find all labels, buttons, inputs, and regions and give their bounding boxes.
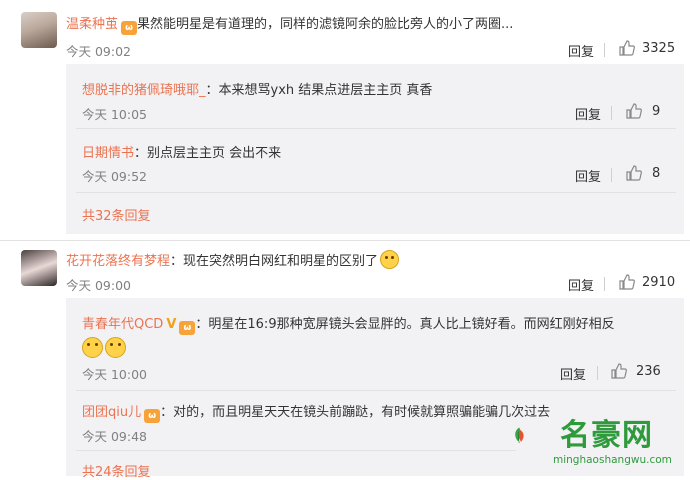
reply-body: ：对的，而且明星天天在镜头前蹦跶，有时候就算照骗能骗几次过去 — [160, 405, 551, 420]
like-count: 8 — [652, 166, 661, 181]
reply-time: 今天 09:52 — [82, 169, 147, 184]
thumbs-up-icon[interactable] — [619, 274, 635, 290]
reply-button[interactable]: 回复 — [560, 364, 586, 383]
thumbs-up-icon[interactable] — [626, 165, 642, 181]
reply-username[interactable]: 日期情书 — [82, 146, 134, 161]
more-replies-link[interactable]: 共24条回复 — [82, 461, 151, 480]
reply-body: ：本来想骂yxh 结果点进层主主页 真香 — [205, 83, 433, 98]
verified-v-icon: V — [166, 317, 177, 332]
more-replies-link[interactable]: 共32条回复 — [82, 205, 151, 224]
avatar[interactable] — [21, 250, 57, 286]
like-count: 3325 — [642, 41, 676, 56]
reply-body: ：别点层主主页 会出不来 — [134, 146, 282, 161]
member-badge-icon: ω — [144, 409, 161, 423]
smiley-emoji-icon — [380, 250, 400, 269]
divider — [604, 277, 605, 291]
comment-time: 今天 09:02 — [66, 44, 131, 59]
reply-button[interactable]: 回复 — [575, 104, 601, 123]
reply-text-row: 想脱非的猪佩琦哦耶_：本来想骂yxh 结果点进层主主页 真香 — [82, 79, 432, 98]
watermark-name: 名豪网 — [560, 418, 653, 453]
comment-body: 果然能明星是有道理的，同样的滤镜阿余的脸比旁人的小了两圈... — [137, 17, 514, 32]
thumbs-up-icon[interactable] — [619, 40, 635, 56]
reply-username[interactable]: 青春年代QCD — [82, 317, 163, 332]
comment-text-row: 花开花落终有梦程：现在突然明白网红和明星的区别了 — [66, 250, 400, 269]
reply-time: 今天 09:48 — [82, 429, 147, 444]
reply-username[interactable]: 想脱非的猪佩琦哦耶_ — [82, 83, 206, 98]
like-count: 236 — [636, 364, 661, 379]
comment-body: ：现在突然明白网红和明星的区别了 — [170, 254, 379, 269]
divider — [597, 366, 598, 380]
comment-divider — [0, 240, 690, 241]
watermark-url: minghaoshangwu.com — [553, 454, 672, 466]
reply-divider — [76, 128, 676, 129]
reply-text-row: 日期情书：别点层主主页 会出不来 — [82, 142, 281, 161]
reply-time: 今天 10:05 — [82, 107, 147, 122]
member-badge-icon: ω — [179, 321, 196, 335]
divider — [611, 168, 612, 182]
thumbs-up-icon[interactable] — [611, 363, 627, 379]
like-count: 2910 — [642, 275, 676, 290]
reply-time: 今天 10:00 — [82, 367, 147, 382]
comment-text-row: 温柔种茧 ω 果然能明星是有道理的，同样的滤镜阿余的脸比旁人的小了两圈... — [66, 13, 513, 35]
laughing-emoji-icon — [82, 337, 103, 358]
member-badge-icon: ω — [121, 21, 138, 35]
like-count: 9 — [652, 104, 661, 119]
reply-text-row: 青春年代QCD Vω ：明星在16:9那种宽屏镜头会显胖的。真人比上镜好看。而网红刚… — [82, 313, 615, 335]
reply-username[interactable]: 团团qiu儿 — [82, 405, 141, 420]
laughing-emoji-icon — [105, 337, 126, 358]
reply-divider — [76, 390, 676, 391]
comment-username[interactable]: 温柔种茧 — [66, 17, 118, 32]
divider — [611, 106, 612, 120]
avatar[interactable] — [21, 12, 57, 48]
reply-divider — [76, 450, 516, 451]
thumbs-up-icon[interactable] — [626, 103, 642, 119]
emoji-row — [82, 337, 128, 358]
reply-divider — [76, 192, 676, 193]
comment-username[interactable]: 花开花落终有梦程 — [66, 254, 170, 269]
reply-body: ：明星在16:9那种宽屏镜头会显胖的。真人比上镜好看。而网红刚好相反 — [195, 317, 615, 332]
comment-time: 今天 09:00 — [66, 278, 131, 293]
reply-button[interactable]: 回复 — [568, 41, 594, 60]
reply-button[interactable]: 回复 — [568, 275, 594, 294]
reply-button[interactable]: 回复 — [575, 166, 601, 185]
divider — [604, 43, 605, 57]
